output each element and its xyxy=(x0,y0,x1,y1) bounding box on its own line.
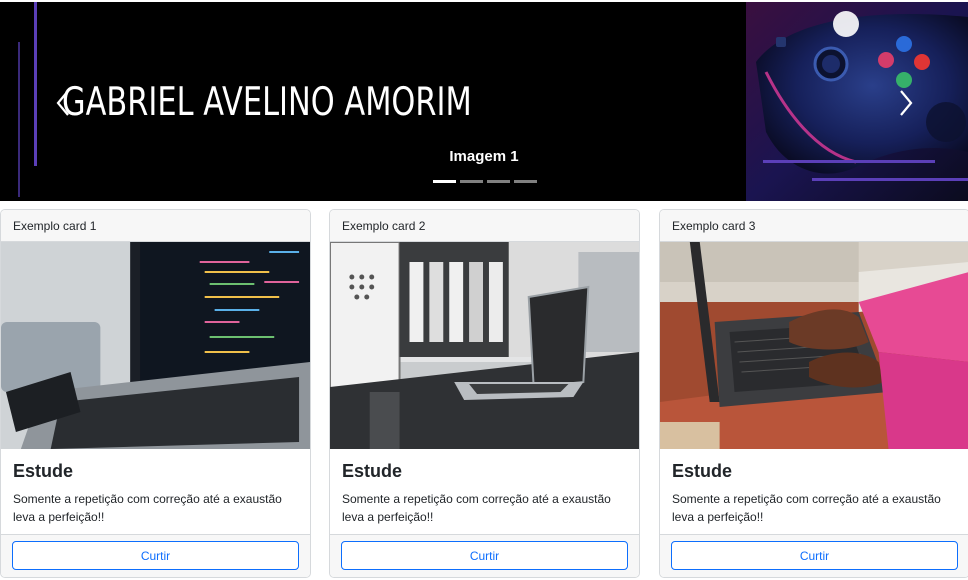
gamepad-image xyxy=(746,2,968,201)
carousel-indicator[interactable] xyxy=(460,180,483,183)
carousel-next-button[interactable] xyxy=(893,88,917,118)
card-header: Exemplo card 1 xyxy=(1,210,310,242)
card-body: Estude Somente a repetição com correção … xyxy=(1,449,310,536)
laptop-desk-image xyxy=(330,242,639,449)
card-header: Exemplo card 2 xyxy=(330,210,639,242)
hero-carousel: GABRIEL AVELINO AMORIM Imagem 1 xyxy=(0,2,968,201)
like-button[interactable]: Curtir xyxy=(671,541,958,570)
carousel-prev-button[interactable] xyxy=(52,88,76,118)
carousel-title: GABRIEL AVELINO AMORIM xyxy=(62,80,472,125)
accent-line xyxy=(18,42,20,197)
carousel-indicators xyxy=(433,180,537,183)
carousel-indicator[interactable] xyxy=(514,180,537,183)
card-footer: Curtir xyxy=(1,534,310,577)
laptop-code-image xyxy=(1,242,310,449)
carousel-indicator[interactable] xyxy=(487,180,510,183)
card-footer: Curtir xyxy=(330,534,639,577)
card-header: Exemplo card 3 xyxy=(660,210,968,242)
card-3: Exemplo card 3 Estude Somente a repetiçã… xyxy=(659,209,968,578)
card-body: Estude Somente a repetição com correção … xyxy=(330,449,639,536)
carousel-caption: Imagem 1 xyxy=(449,148,519,165)
typing-laptop-image xyxy=(660,242,968,449)
card-title: Estude xyxy=(13,461,74,481)
accent-line xyxy=(34,2,37,166)
card-text: Somente a repetição com correção até a e… xyxy=(342,492,611,524)
chevron-left-icon xyxy=(56,90,69,116)
accent-line xyxy=(812,178,968,181)
like-button[interactable]: Curtir xyxy=(12,541,299,570)
card-title: Estude xyxy=(672,461,733,481)
card-title: Estude xyxy=(342,461,403,481)
card-text: Somente a repetição com correção até a e… xyxy=(13,492,282,524)
card-1: Exemplo card 1 Estude Somente a repetiçã… xyxy=(0,209,311,578)
card-footer: Curtir xyxy=(660,534,968,577)
carousel-indicator[interactable] xyxy=(433,180,456,183)
like-button[interactable]: Curtir xyxy=(341,541,628,570)
chevron-right-icon xyxy=(900,90,913,116)
card-body: Estude Somente a repetição com correção … xyxy=(660,449,968,536)
card-text: Somente a repetição com correção até a e… xyxy=(672,492,941,524)
card-2: Exemplo card 2 Estude Somente a repetiçã… xyxy=(329,209,640,578)
